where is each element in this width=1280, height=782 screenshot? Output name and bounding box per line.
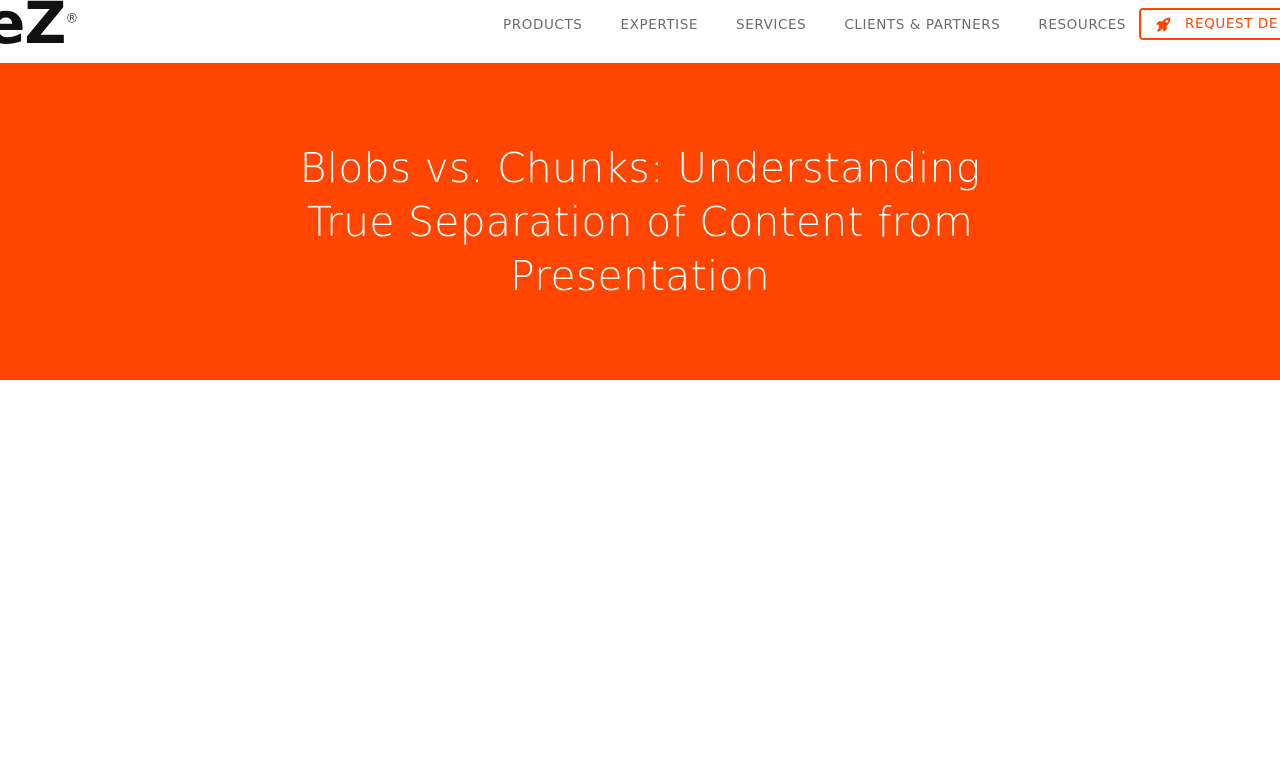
page-title: Blobs vs. Chunks: Understanding True Sep…	[299, 143, 981, 300]
article-body: Written by Bård Farstad, Co-founder and …	[275, 380, 1001, 782]
request-demo-label: REQUEST DE	[1185, 16, 1278, 32]
site-logo[interactable]: eZ®	[0, 0, 78, 52]
logo-registered-mark: ®	[65, 11, 78, 27]
hero-banner: Blobs vs. Chunks: Understanding True Sep…	[0, 63, 1280, 380]
nav-item-clients-partners[interactable]: CLIENTS & PARTNERS	[825, 17, 1019, 33]
rocket-icon	[1156, 17, 1171, 32]
nav-item-services[interactable]: SERVICES	[717, 17, 825, 33]
site-header: eZ® PRODUCTS EXPERTISE SERVICES CLIENTS …	[0, 0, 1280, 63]
nav-item-products[interactable]: PRODUCTS	[484, 17, 601, 33]
logo-text: eZ	[0, 0, 66, 57]
main-navigation: PRODUCTS EXPERTISE SERVICES CLIENTS & PA…	[484, 17, 1145, 33]
request-demo-button[interactable]: REQUEST DE	[1139, 8, 1280, 40]
content-area: Written by Bård Farstad, Co-founder and …	[0, 380, 1280, 782]
nav-item-expertise[interactable]: EXPERTISE	[601, 17, 717, 33]
article-byline: Written by Bård Farstad, Co-founder and …	[293, 380, 983, 782]
nav-item-resources[interactable]: RESOURCES	[1019, 17, 1145, 33]
